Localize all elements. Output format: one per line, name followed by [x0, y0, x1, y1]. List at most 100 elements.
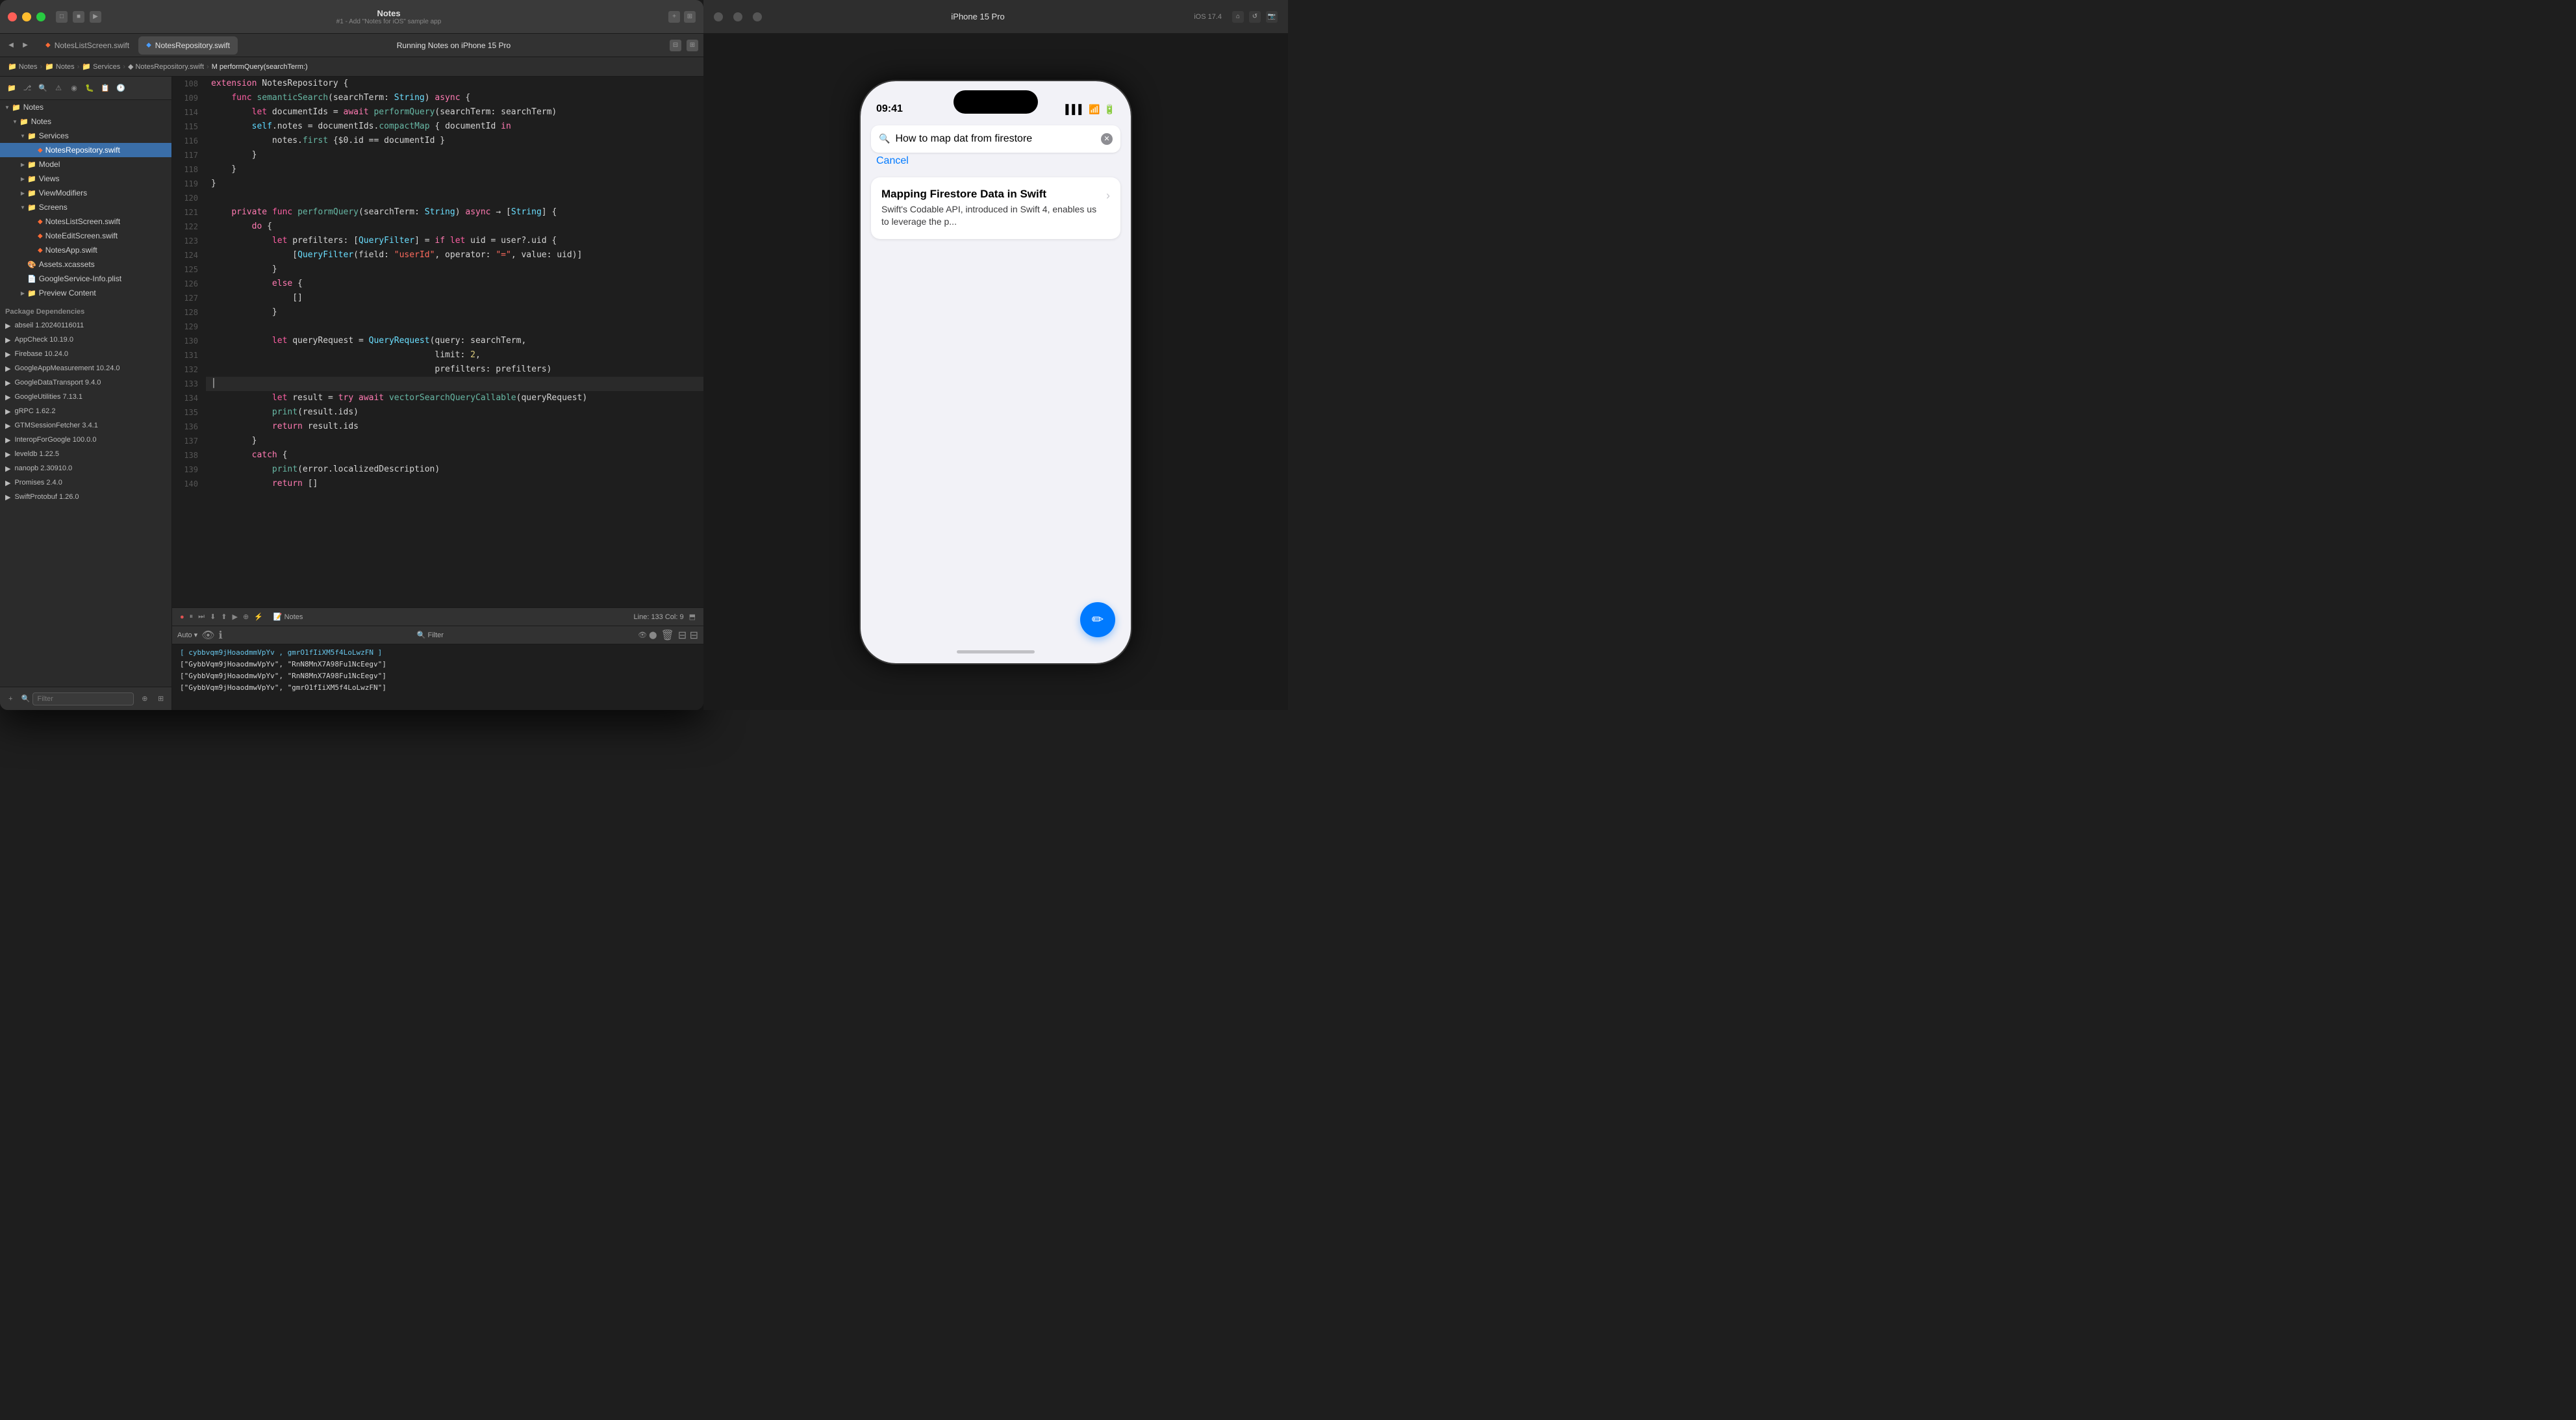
stop-button[interactable]: ■ — [73, 11, 84, 23]
sim-screenshot-btn[interactable]: 📷 — [1266, 11, 1278, 23]
breadcrumb-file[interactable]: ◆ NotesRepository.swift — [128, 62, 204, 71]
compose-button[interactable]: ✏ — [1080, 602, 1115, 637]
sidebar-toggle-button[interactable]: □ — [56, 11, 68, 23]
pkg-googleappmeasurement[interactable]: ▶GoogleAppMeasurement 10.24.0 — [0, 361, 171, 375]
tab-notes-list[interactable]: ◆ NotesListScreen.swift — [38, 36, 137, 55]
warning-btn[interactable]: ⚠ — [52, 82, 65, 95]
breadcrumb-notes2[interactable]: 📁 Notes — [45, 62, 75, 71]
split-editor-button[interactable]: ⊟ — [670, 40, 681, 51]
sim-home-btn[interactable]: ⌂ — [1232, 11, 1244, 23]
breakpoint-btn[interactable]: ● — [180, 613, 184, 621]
nav-forward-button[interactable]: ▶ — [19, 40, 31, 51]
nav-back-button[interactable]: ◀ — [5, 40, 17, 51]
tree-item-preview[interactable]: ▶ 📁 Preview Content — [0, 286, 171, 300]
tree-item-assets[interactable]: 🎨 Assets.xcassets — [0, 257, 171, 272]
history-btn[interactable]: 🕐 — [114, 82, 127, 95]
plist-icon: 📄 — [27, 275, 36, 283]
debug-view-btn[interactable]: 👁 — [201, 629, 214, 642]
continue-btn[interactable]: ▶ — [233, 613, 238, 621]
sidebar-option-button[interactable]: ⊕ — [139, 693, 150, 705]
tree-item-views[interactable]: ▶ 📁 Views — [0, 171, 171, 186]
pkg-swiftprotobuf[interactable]: ▶SwiftProtobuf 1.26.0 — [0, 490, 171, 504]
code-line-122: 122 do { — [172, 220, 703, 234]
simulate-btn[interactable]: ⚡ — [254, 613, 263, 621]
breadcrumb-method[interactable]: M performQuery(searchTerm:) — [212, 63, 308, 71]
sidebar-footer: + 🔍 ⊕ ⊞ — [0, 687, 171, 710]
find-btn[interactable]: 🔍 — [36, 82, 49, 95]
tree-item-notes-root[interactable]: ▼ 📁 Notes — [0, 100, 171, 114]
sim-rotate-btn[interactable]: ↺ — [1249, 11, 1261, 23]
close-button[interactable] — [8, 12, 17, 21]
debug-delete-btn[interactable]: 🗑 — [661, 629, 674, 642]
pkg-grpc[interactable]: ▶gRPC 1.62.2 — [0, 404, 171, 418]
pkg-googledatatransport[interactable]: ▶GoogleDataTransport 9.4.0 — [0, 375, 171, 390]
tree-item-model[interactable]: ▶ 📁 Model — [0, 157, 171, 171]
breadcrumb-notes[interactable]: 📁 Notes — [8, 62, 38, 71]
step-into-btn[interactable]: ⬇ — [210, 613, 216, 621]
code-area[interactable]: 108 extension NotesRepository { 109 func… — [172, 77, 703, 607]
pause-btn[interactable]: ⏸ — [190, 613, 194, 621]
tree-item-note-edit-screen[interactable]: ◆ NoteEditScreen.swift — [0, 229, 171, 243]
tree-item-services[interactable]: ▼ 📁 Services — [0, 129, 171, 143]
pkg-nanopb[interactable]: ▶nanopb 2.30910.0 — [0, 461, 171, 475]
search-text[interactable]: How to map dat from firestore — [895, 133, 1096, 145]
pkg-abseil[interactable]: ▶abseil 1.20240116011 — [0, 318, 171, 333]
sim-ios-version: iOS 17.4 — [1194, 13, 1222, 21]
tree-item-plist[interactable]: 📄 GoogleService-Info.plist — [0, 272, 171, 286]
debug-output: [ cybbvqm9jHoaodmmVpYv , gmrO1fIiXM5f4Lo… — [172, 644, 703, 710]
pkg-gtmsessionfetcher[interactable]: ▶GTMSessionFetcher 3.4.1 — [0, 418, 171, 433]
minimize-button[interactable] — [22, 12, 31, 21]
debug-info-btn[interactable]: ℹ — [219, 629, 223, 642]
layout-button[interactable]: ⊞ — [684, 11, 696, 23]
code-line-114: 114 let documentIds = await performQuery… — [172, 105, 703, 120]
search-bar[interactable]: 🔍 How to map dat from firestore ✕ — [871, 125, 1120, 153]
sidebar-layout-button[interactable]: ⊞ — [155, 693, 166, 705]
tree-item-screens[interactable]: ▼ 📁 Screens — [0, 200, 171, 214]
add-file-button[interactable]: + — [5, 693, 16, 705]
debug-split-btn[interactable]: ⊟ ⊟ — [678, 629, 698, 642]
test-btn[interactable]: ◉ — [68, 82, 81, 95]
tab-notes-repo[interactable]: ◆ NotesRepository.swift — [138, 36, 238, 55]
pkg-firebase[interactable]: ▶Firebase 10.24.0 — [0, 347, 171, 361]
debug-toolbar: Auto ▾ 👁 ℹ 🔍 Filter 👁 ⬤ 🗑 ⊟ ⊟ — [172, 626, 703, 644]
report-btn[interactable]: 📋 — [99, 82, 112, 95]
pkg-interopforgoogle[interactable]: ▶InteropForGoogle 100.0.0 — [0, 433, 171, 447]
breadcrumb-services[interactable]: 📁 Services — [82, 62, 120, 71]
tree-item-viewmodifiers[interactable]: ▶ 📁 ViewModifiers — [0, 186, 171, 200]
maximize-button[interactable] — [36, 12, 45, 21]
asset-icon: 🎨 — [27, 260, 36, 269]
source-control-btn[interactable]: ⎇ — [21, 82, 34, 95]
debug-line-4: ["GybbVqm9jHoaodmwVpYv", "gmrO1fIiXM5f4L… — [180, 682, 696, 694]
search-result-card[interactable]: Mapping Firestore Data in Swift Swift's … — [871, 177, 1120, 239]
search-clear-button[interactable]: ✕ — [1101, 133, 1113, 145]
run-button[interactable]: ▶ — [90, 11, 101, 23]
tree-item-notes-app[interactable]: ◆ NotesApp.swift — [0, 243, 171, 257]
tree-item-notes-repo[interactable]: ◆ NotesRepository.swift — [0, 143, 171, 157]
sim-maximize[interactable] — [753, 12, 762, 21]
sim-minimize[interactable] — [733, 12, 742, 21]
pkg-appcheck[interactable]: ▶AppCheck 10.19.0 — [0, 333, 171, 347]
iphone-screen: 09:41 ▌▌▌ 📶 🔋 🔍 How to map dat from fire… — [861, 81, 1131, 663]
attach-btn[interactable]: ⊕ — [243, 613, 249, 621]
canvas-button[interactable]: ⊞ — [687, 40, 698, 51]
folder-icon-btn[interactable]: 📁 — [5, 82, 18, 95]
tree-item-notes-list-screen[interactable]: ◆ NotesListScreen.swift — [0, 214, 171, 229]
pkg-leveldb[interactable]: ▶leveldb 1.22.5 — [0, 447, 171, 461]
expand-btn[interactable]: ⬒ — [689, 613, 696, 621]
result-title: Mapping Firestore Data in Swift — [881, 188, 1101, 201]
debug-btn-side[interactable]: 🐛 — [83, 82, 96, 95]
step-over-btn[interactable]: ⏭ — [198, 613, 205, 621]
step-out-btn[interactable]: ⬆ — [221, 613, 227, 621]
tree-item-notes[interactable]: ▼ 📁 Notes — [0, 114, 171, 129]
pkg-promises[interactable]: ▶Promises 2.4.0 — [0, 475, 171, 490]
pkg-googleutilities[interactable]: ▶GoogleUtilities 7.13.1 — [0, 390, 171, 404]
search-cancel-button[interactable]: Cancel — [876, 155, 909, 167]
swift-file-icon: ◆ — [38, 147, 43, 154]
debug-eye-btn[interactable]: 👁 ⬤ — [638, 631, 657, 639]
filter-label: 🔍 Filter — [417, 631, 444, 639]
sidebar-filter-input[interactable] — [32, 692, 134, 705]
add-button[interactable]: + — [668, 11, 680, 23]
swift-file-icon: ◆ — [38, 247, 43, 254]
sim-close[interactable] — [714, 12, 723, 21]
auto-label: Auto ▾ — [177, 631, 197, 639]
